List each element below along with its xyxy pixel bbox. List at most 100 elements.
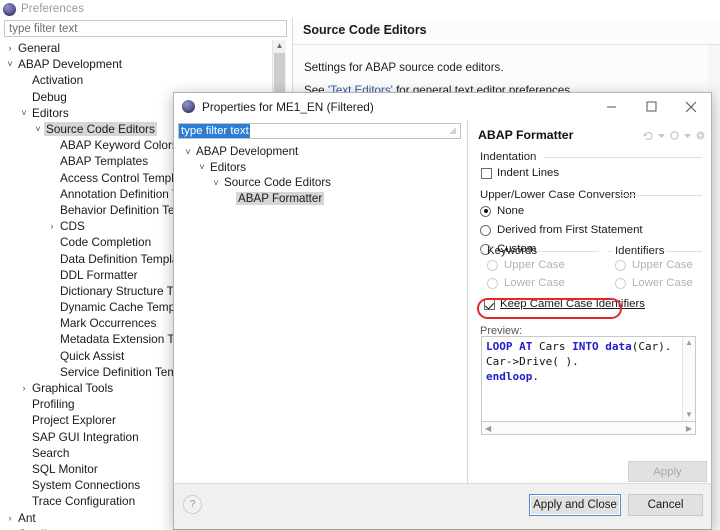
tree-item-label: Quick Assist bbox=[60, 348, 125, 363]
tree-item-label: ABAP Development bbox=[18, 57, 123, 72]
tree-item-label: Search bbox=[32, 445, 70, 460]
scroll-up-icon[interactable]: ▲ bbox=[273, 40, 286, 52]
scroll-right-icon[interactable]: ▶ bbox=[683, 424, 695, 433]
dialog-filter-input[interactable]: type filter text bbox=[178, 123, 461, 139]
dialog-filter-value: type filter text bbox=[179, 124, 250, 138]
tree-item-label: ABAP Formatter bbox=[236, 192, 325, 206]
case-conversion-group-label: Upper/Lower Case Conversion bbox=[480, 189, 636, 201]
window-controls bbox=[591, 93, 711, 120]
chevron-right-icon[interactable]: › bbox=[46, 221, 58, 231]
prefs-tree-item-abap-development[interactable]: ˅ ABAP Development bbox=[0, 56, 290, 72]
chevron-down-icon[interactable]: ˅ bbox=[18, 108, 30, 118]
case-option-none[interactable]: None bbox=[480, 205, 524, 217]
dialog-titlebar: Properties for ME1_EN (Filtered) bbox=[174, 93, 711, 120]
apply-button[interactable]: Apply bbox=[628, 461, 707, 482]
scroll-up-icon[interactable]: ▲ bbox=[683, 337, 695, 349]
indent-lines-checkbox[interactable]: Indent Lines bbox=[481, 167, 559, 179]
cancel-button[interactable]: Cancel bbox=[628, 494, 703, 516]
preview-code-text: LOOP AT Cars INTO data(Car). Car->Drive( … bbox=[486, 339, 671, 384]
tree-item-label: Project Explorer bbox=[32, 413, 116, 428]
radio-label: None bbox=[497, 205, 525, 217]
keywords-option-lower-case: Lower Case bbox=[487, 277, 565, 289]
preview-horizontal-scrollbar[interactable]: ◀ ▶ bbox=[481, 422, 696, 435]
dialog-tree-item-abap-development[interactable]: ˅ ABAP Development bbox=[174, 144, 466, 160]
dialog-tree-item-editors[interactable]: ˅ Editors bbox=[174, 160, 466, 176]
code-keyword: LOOP AT bbox=[486, 340, 539, 353]
chevron-down-icon[interactable]: ˅ bbox=[182, 147, 194, 157]
tree-item-label: General bbox=[18, 41, 60, 56]
code-text: Car->Drive( ). bbox=[486, 355, 579, 368]
content-title-divider bbox=[293, 44, 720, 45]
dialog-tree-item-abap-formatter[interactable]: ABAP Formatter bbox=[174, 191, 466, 207]
code-line: LOOP AT Cars INTO data(Car). bbox=[486, 339, 671, 354]
chevron-down-icon[interactable] bbox=[682, 130, 693, 141]
chevron-right-icon[interactable]: › bbox=[4, 513, 16, 523]
tree-item-label: SQL Monitor bbox=[32, 461, 98, 476]
dialog-title: Properties for ME1_EN (Filtered) bbox=[202, 99, 374, 114]
code-keyword: endloop bbox=[486, 370, 533, 383]
scroll-left-icon[interactable]: ◀ bbox=[482, 424, 494, 433]
case-conversion-group-line bbox=[619, 195, 702, 196]
radio-dot bbox=[480, 205, 491, 217]
preferences-filter-placeholder: type filter text bbox=[9, 22, 78, 35]
radio-label: Lower Case bbox=[632, 277, 693, 289]
preferences-window-title: Preferences bbox=[21, 3, 85, 15]
restore-defaults-icon[interactable] bbox=[643, 130, 654, 141]
chevron-right-icon[interactable]: › bbox=[4, 43, 16, 53]
radio-label: Derived from First Statement bbox=[497, 224, 643, 236]
identifiers-group-label: Identifiers bbox=[615, 245, 665, 257]
tree-item-label: Profiling bbox=[32, 397, 75, 412]
radio-dot bbox=[615, 259, 626, 271]
keep-camel-case-checkbox[interactable]: Keep Camel Case Identifiers bbox=[484, 298, 645, 310]
panel-title: ABAP Formatter bbox=[478, 128, 574, 142]
tree-item-label: Source Code Editors bbox=[44, 122, 157, 137]
tree-item-label: System Connections bbox=[32, 478, 141, 493]
case-option-derived-from-first-statement[interactable]: Derived from First Statement bbox=[480, 224, 643, 236]
clear-filter-icon[interactable] bbox=[448, 126, 457, 135]
chevron-down-icon[interactable]: ˅ bbox=[196, 162, 208, 172]
chevron-down-icon[interactable]: ˅ bbox=[4, 59, 16, 69]
keywords-option-upper-case: Upper Case bbox=[487, 259, 565, 271]
tree-item-label: Source Code Editors bbox=[224, 176, 331, 190]
indentation-group-line bbox=[544, 157, 702, 158]
code-text: Cars bbox=[538, 340, 573, 353]
code-text: . bbox=[532, 370, 539, 383]
maximize-button[interactable] bbox=[631, 93, 671, 120]
dialog-tree[interactable]: ˅ ABAP Development ˅ Editors ˅ Source Code Ed… bbox=[174, 144, 466, 529]
keywords-group-label: Keywords bbox=[487, 245, 538, 257]
scroll-down-icon[interactable]: ▼ bbox=[683, 409, 695, 421]
panel-toolbar bbox=[643, 130, 706, 141]
keep-camel-case-label: Keep Camel Case Identifiers bbox=[500, 298, 645, 310]
preview-code-box: LOOP AT Cars INTO data(Car). Car->Drive( … bbox=[481, 336, 696, 422]
radio-label: Upper Case bbox=[632, 259, 693, 271]
tree-item-label: ABAP Development bbox=[196, 145, 299, 159]
minimize-button[interactable] bbox=[591, 93, 631, 120]
tree-item-label: Mark Occurrences bbox=[60, 316, 157, 331]
tree-item-label: SAP GUI Integration bbox=[32, 429, 139, 444]
prefs-tree-item-general[interactable]: › General bbox=[0, 40, 290, 56]
code-line: endloop. bbox=[486, 369, 671, 384]
tree-item-label: Trace Configuration bbox=[32, 494, 136, 509]
radio-dot bbox=[487, 277, 498, 289]
chevron-down-icon[interactable]: ˅ bbox=[32, 124, 44, 134]
preview-vertical-scrollbar[interactable]: ▲ ▼ bbox=[682, 337, 695, 421]
chevron-down-icon[interactable] bbox=[656, 130, 667, 141]
preferences-filter-input[interactable]: type filter text bbox=[4, 20, 287, 37]
eclipse-logo-icon bbox=[182, 100, 195, 113]
close-button[interactable] bbox=[671, 93, 711, 120]
help-button[interactable]: ? bbox=[183, 495, 202, 514]
tree-item-label: Editors bbox=[210, 160, 247, 174]
restore-icon[interactable] bbox=[669, 130, 680, 141]
prefs-tree-item-activation[interactable]: Activation bbox=[0, 72, 290, 88]
apply-and-close-button[interactable]: Apply and Close bbox=[529, 494, 621, 516]
dialog-tree-item-source-code-editors[interactable]: ˅ Source Code Editors bbox=[174, 175, 466, 191]
radio-label: Upper Case bbox=[504, 259, 565, 271]
content-description-line: Settings for ABAP source code editors. bbox=[304, 61, 504, 74]
menu-chevron-down-icon[interactable] bbox=[695, 130, 706, 141]
chevron-right-icon[interactable]: › bbox=[18, 383, 30, 393]
radio-dot bbox=[487, 259, 498, 271]
checkbox-box bbox=[484, 298, 495, 310]
tree-item-label: Activation bbox=[32, 73, 84, 88]
tree-item-label: Ant bbox=[18, 510, 36, 525]
chevron-down-icon[interactable]: ˅ bbox=[210, 178, 222, 188]
